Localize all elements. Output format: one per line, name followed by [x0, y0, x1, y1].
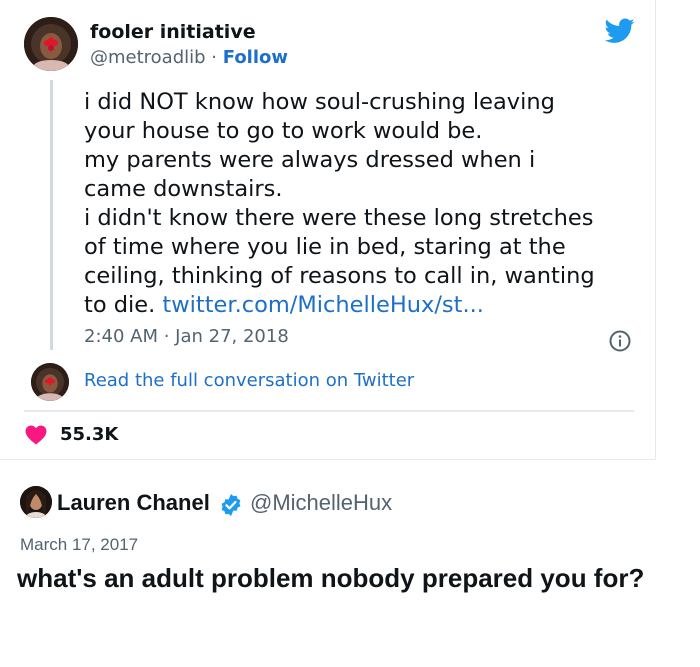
heart-icon[interactable] [25, 425, 47, 445]
lauren-date[interactable]: March 17, 2017 [20, 535, 138, 555]
author-avatar-small[interactable] [31, 363, 69, 401]
tweet-text: i did NOT know how soul-crushing leaving… [84, 88, 644, 320]
lauren-tweet-text: what's an adult problem nobody prepared … [17, 563, 645, 593]
author-handle-row: @metroadlib · Follow [90, 47, 288, 68]
divider [24, 410, 634, 412]
thread-line [50, 80, 53, 350]
author-avatar[interactable] [24, 17, 78, 71]
follow-link[interactable]: Follow [223, 47, 288, 68]
embedded-tweet-card: fooler initiative @metroadlib · Follow i… [0, 0, 656, 460]
author-name[interactable]: fooler initiative [90, 21, 256, 43]
twitter-bird-icon[interactable] [605, 18, 635, 44]
verified-badge-icon [221, 494, 241, 516]
lauren-name[interactable]: Lauren Chanel [57, 490, 210, 516]
lauren-avatar[interactable] [20, 486, 52, 518]
info-icon[interactable] [609, 330, 631, 352]
lauren-handle[interactable]: @MichelleHux [250, 490, 392, 516]
tweet-body: i did NOT know how soul-crushing leaving… [84, 89, 595, 318]
like-count: 55.3K [60, 424, 119, 445]
separator: · [205, 47, 223, 68]
tweet-timestamp[interactable]: 2:40 AM · Jan 27, 2018 [84, 326, 289, 347]
author-handle[interactable]: @metroadlib [90, 47, 206, 68]
tweet-link[interactable]: twitter.com/MichelleHux/st... [162, 292, 484, 318]
read-full-conversation-link[interactable]: Read the full conversation on Twitter [84, 370, 414, 391]
